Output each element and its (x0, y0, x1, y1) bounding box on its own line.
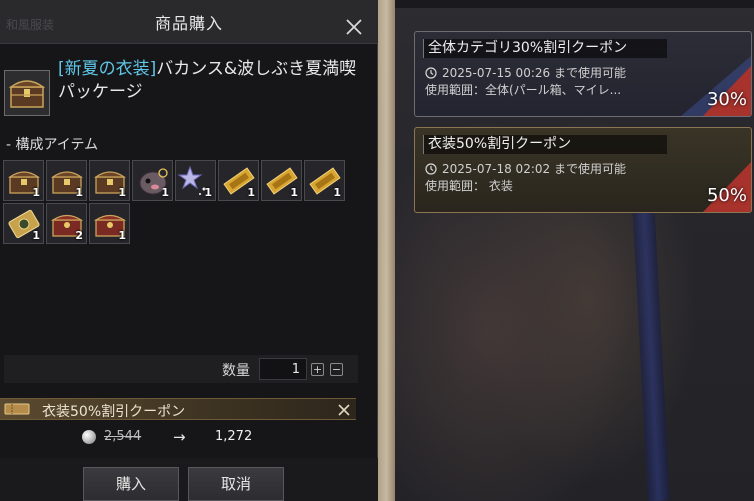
quantity-decrease-button[interactable]: − (330, 363, 343, 376)
component-item-slot[interactable]: 2 (46, 203, 87, 244)
quantity-increase-button[interactable]: + (311, 363, 324, 376)
item-count: 1 (118, 229, 126, 242)
item-count: 1 (32, 229, 40, 242)
close-icon (346, 19, 362, 35)
window-header: 和風服装 商品購入 (0, 0, 378, 44)
coupon-percent: 50% (706, 185, 747, 206)
component-item-slot[interactable]: 1 (3, 160, 44, 201)
component-item-slot[interactable]: 1 (175, 160, 216, 201)
silver-coin-icon (82, 430, 96, 444)
coupon-scope: 使用範囲： 衣装 (425, 179, 513, 193)
item-count: 1 (204, 186, 212, 199)
minus-icon: − (331, 363, 342, 376)
item-count: 1 (32, 186, 40, 199)
discounted-price: 1,272 (215, 429, 253, 444)
coupon-name: 衣装50%割引クーポン (423, 135, 667, 154)
coupon-name: 全体カテゴリ30%割引クーポン (423, 39, 667, 58)
top-strip (395, 0, 754, 8)
close-icon (338, 404, 350, 416)
coupon-card[interactable]: 衣装50%割引クーポン 2025-07-18 02:02 まで使用可能 使用範囲… (414, 127, 752, 213)
original-price: 2,544 (104, 429, 142, 444)
product-icon (4, 70, 50, 116)
background-hair-strand (378, 0, 395, 501)
component-item-slot[interactable]: 1 (218, 160, 259, 201)
window-title: 商品購入 (154, 14, 223, 33)
item-count: 1 (333, 186, 341, 199)
component-item-slot[interactable]: 1 (261, 160, 302, 201)
coupon-expiry-text: 2025-07-18 02:02 まで使用可能 (442, 162, 626, 176)
component-item-slot[interactable]: 1 (89, 203, 130, 244)
components-grid: 1 1 1 1 1 1 1 1 1 2 1 (3, 160, 363, 244)
coupon-card[interactable]: 全体カテゴリ30%割引クーポン 2025-07-15 00:26 まで使用可能 … (414, 31, 752, 117)
coupon-expiry: 2025-07-15 00:26 まで使用可能 (425, 64, 626, 81)
component-item-slot[interactable]: 1 (304, 160, 345, 201)
item-count: 1 (161, 186, 169, 199)
item-count: 1 (290, 186, 298, 199)
quantity-row: 数量 + − (4, 355, 358, 383)
treasure-chest-icon (8, 80, 46, 108)
clock-icon (425, 67, 437, 79)
product-name: [新夏の衣装]バカンス&波しぶき夏満喫パッケージ (58, 58, 358, 104)
quantity-input[interactable] (259, 358, 307, 380)
item-count: 2 (75, 229, 83, 242)
applied-coupon-bar[interactable]: 衣装50%割引クーポン (0, 398, 356, 420)
applied-coupon-name: 衣装50%割引クーポン (42, 404, 186, 420)
coupon-expiry-text: 2025-07-15 00:26 まで使用可能 (442, 66, 626, 80)
coupon-expiry: 2025-07-18 02:02 まで使用可能 (425, 160, 626, 177)
remove-coupon-button[interactable] (336, 402, 352, 418)
component-item-slot[interactable]: 1 (89, 160, 130, 201)
close-button[interactable] (343, 16, 365, 38)
purchase-window: 和風服装 商品購入 [新夏の衣装]バカンス&波しぶき夏満喫パッケージ - 構成ア… (0, 0, 378, 501)
price-row: 2,544 → 1,272 (0, 425, 356, 449)
coupon-scope: 使用範囲：全体(パール箱、マイレ... (425, 83, 622, 97)
price-arrow: → (173, 428, 186, 446)
plus-icon: + (312, 363, 323, 376)
clock-icon (425, 163, 437, 175)
item-count: 1 (247, 186, 255, 199)
buy-button[interactable]: 購入 (83, 467, 179, 501)
component-item-slot[interactable]: 1 (3, 203, 44, 244)
components-label: - 構成アイテム (6, 137, 99, 153)
component-item-slot[interactable]: 1 (132, 160, 173, 201)
coupon-percent: 30% (706, 89, 747, 110)
item-count: 1 (75, 186, 83, 199)
quantity-label: 数量 (222, 363, 250, 379)
coupon-ticket-icon (4, 403, 30, 415)
product-tag: [新夏の衣装] (58, 59, 157, 79)
cancel-button[interactable]: 取消 (188, 467, 284, 501)
component-item-slot[interactable]: 1 (46, 160, 87, 201)
item-count: 1 (118, 186, 126, 199)
